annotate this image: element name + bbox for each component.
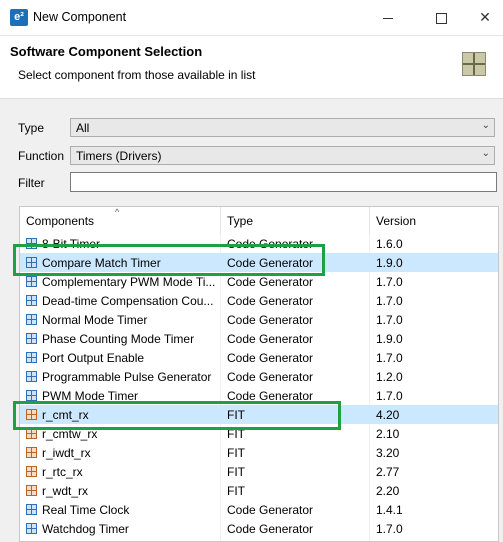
component-type: Code Generator — [227, 351, 314, 365]
minimize-icon — [383, 17, 393, 19]
table-row[interactable]: Programmable Pulse Generator Code Genera… — [20, 367, 498, 386]
table-row[interactable]: r_rtc_rx FIT 2.77 — [20, 462, 498, 481]
component-version: 2.10 — [376, 427, 400, 441]
table-header: ^ Components Type Version — [20, 207, 498, 234]
component-version: 1.7.0 — [376, 313, 403, 327]
table-row[interactable]: Watchdog Timer Code Generator 1.7.0 — [20, 519, 498, 538]
component-type: Code Generator — [227, 275, 314, 289]
column-divider[interactable] — [369, 207, 370, 234]
table-row[interactable]: Dead-time Compensation Cou... Code Gener… — [20, 291, 498, 310]
component-name: r_wdt_rx — [42, 484, 89, 498]
chevron-down-icon: ⌄ — [481, 148, 490, 159]
code-generator-icon — [26, 276, 37, 287]
table-row[interactable]: r_iwdt_rx FIT 3.20 — [20, 443, 498, 462]
code-generator-icon — [26, 352, 37, 363]
component-type: Code Generator — [227, 522, 314, 536]
function-select[interactable]: Timers (Drivers) ⌄ — [70, 146, 495, 165]
filter-label: Filter — [18, 176, 45, 190]
column-divider[interactable] — [220, 207, 221, 234]
sort-ascending-icon[interactable]: ^ — [115, 207, 119, 217]
component-type: Code Generator — [227, 313, 314, 327]
type-select-value: All — [76, 121, 90, 135]
fit-module-icon — [26, 466, 37, 477]
code-generator-icon — [26, 523, 37, 534]
code-generator-icon — [26, 371, 37, 382]
page-title: Software Component Selection — [10, 44, 203, 59]
column-header-components[interactable]: Components — [26, 214, 94, 228]
component-name: Complementary PWM Mode Ti... — [42, 275, 216, 289]
app-icon: e² — [10, 9, 28, 26]
component-type: Code Generator — [227, 294, 314, 308]
component-name: r_rtc_rx — [42, 465, 83, 479]
component-name: Dead-time Compensation Cou... — [42, 294, 214, 308]
component-name: Watchdog Timer — [42, 522, 129, 536]
type-label: Type — [18, 121, 45, 135]
code-generator-icon — [26, 295, 37, 306]
page-description: Select component from those available in… — [18, 68, 256, 82]
fit-module-icon — [26, 485, 37, 496]
component-type: Code Generator — [227, 370, 314, 384]
code-generator-icon — [26, 504, 37, 515]
column-header-version[interactable]: Version — [376, 214, 416, 228]
component-type: Code Generator — [227, 332, 314, 346]
close-icon: ✕ — [479, 9, 491, 25]
component-name: Programmable Pulse Generator — [42, 370, 212, 384]
column-header-type[interactable]: Type — [227, 214, 253, 228]
component-version: 1.6.0 — [376, 237, 403, 251]
code-generator-icon — [26, 314, 37, 325]
highlight-box-r-cmt-rx — [13, 401, 341, 430]
component-version: 3.20 — [376, 446, 400, 460]
component-wizard-icon — [462, 52, 486, 76]
component-version: 1.9.0 — [376, 256, 403, 270]
filter-input[interactable] — [70, 172, 497, 192]
maximize-button[interactable] — [418, 0, 464, 35]
component-name: Port Output Enable — [42, 351, 145, 365]
table-row[interactable]: r_wdt_rx FIT 2.20 — [20, 481, 498, 500]
component-version: 1.4.1 — [376, 503, 403, 517]
table-row[interactable]: Normal Mode Timer Code Generator 1.7.0 — [20, 310, 498, 329]
highlight-box-compare-match-timer — [13, 244, 325, 276]
component-version: 2.77 — [376, 465, 400, 479]
table-row[interactable]: Port Output Enable Code Generator 1.7.0 — [20, 348, 498, 367]
component-type: FIT — [227, 465, 245, 479]
component-version: 1.2.0 — [376, 370, 403, 384]
table-row[interactable]: Phase Counting Mode Timer Code Generator… — [20, 329, 498, 348]
function-select-value: Timers (Drivers) — [76, 149, 162, 163]
dialog-header: Software Component Selection Select comp… — [0, 36, 503, 99]
minimize-button[interactable] — [365, 0, 411, 35]
type-select[interactable]: All ⌄ — [70, 118, 495, 137]
component-version: 1.7.0 — [376, 389, 403, 403]
maximize-icon — [435, 12, 447, 24]
component-version: 1.7.0 — [376, 522, 403, 536]
component-version: 1.7.0 — [376, 351, 403, 365]
table-row[interactable]: Real Time Clock Code Generator 1.4.1 — [20, 500, 498, 519]
close-button[interactable]: ✕ — [462, 0, 503, 35]
fit-module-icon — [26, 447, 37, 458]
component-type: FIT — [227, 484, 245, 498]
code-generator-icon — [26, 333, 37, 344]
code-generator-icon — [26, 390, 37, 401]
component-type: Code Generator — [227, 503, 314, 517]
chevron-down-icon: ⌄ — [481, 120, 490, 131]
component-name: Phase Counting Mode Timer — [42, 332, 195, 346]
component-version: 4.20 — [376, 408, 400, 422]
component-version: 1.9.0 — [376, 332, 403, 346]
component-name: r_iwdt_rx — [42, 446, 91, 460]
component-version: 2.20 — [376, 484, 400, 498]
component-name: Normal Mode Timer — [42, 313, 148, 327]
component-version: 1.7.0 — [376, 275, 403, 289]
component-name: Real Time Clock — [42, 503, 130, 517]
function-label: Function — [18, 149, 65, 163]
window-title: New Component — [33, 10, 127, 24]
component-type: FIT — [227, 446, 245, 460]
title-bar: e² New Component ✕ — [0, 0, 503, 36]
component-version: 1.7.0 — [376, 294, 403, 308]
